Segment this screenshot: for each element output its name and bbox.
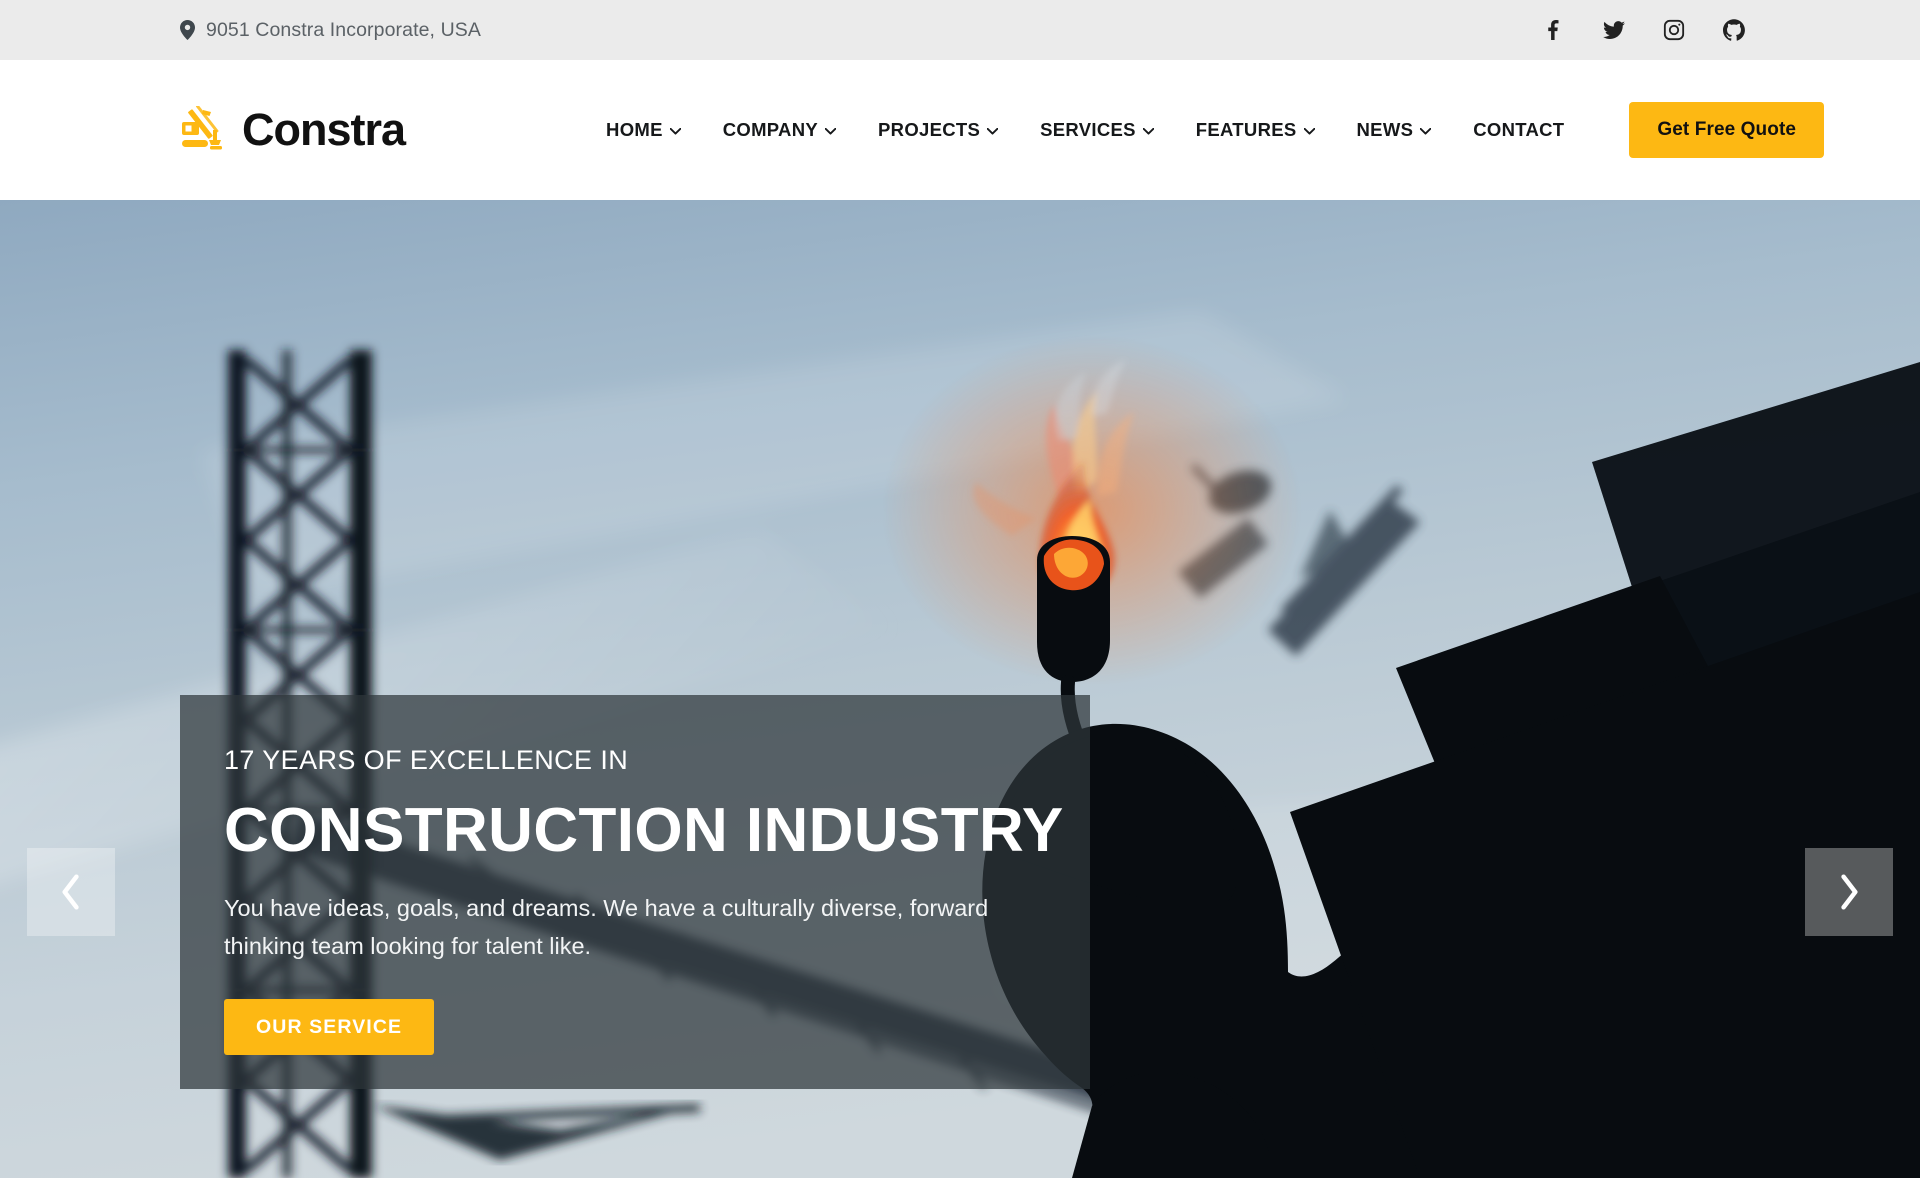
instagram-icon[interactable] bbox=[1663, 19, 1685, 41]
nav-menu: HOME COMPANY PROJECTS SERVICES FEATURES bbox=[585, 119, 1585, 141]
facebook-icon[interactable] bbox=[1543, 19, 1565, 41]
address-text: 9051 Constra Incorporate, USA bbox=[206, 18, 481, 41]
logo-text: Constra bbox=[242, 104, 406, 155]
social-links bbox=[1543, 19, 1745, 41]
twitter-icon[interactable] bbox=[1603, 19, 1625, 41]
nav-item-projects[interactable]: PROJECTS bbox=[857, 119, 1019, 141]
chevron-down-icon bbox=[1303, 127, 1315, 135]
hero-text-panel: 17 YEARS OF EXCELLENCE IN CONSTRUCTION I… bbox=[180, 695, 1090, 1089]
nav-label: FEATURES bbox=[1195, 119, 1297, 140]
hero-carousel: 17 YEARS OF EXCELLENCE IN CONSTRUCTION I… bbox=[0, 200, 1920, 1178]
main-navbar: Constra HOME COMPANY PROJECTS SERVICES F… bbox=[0, 60, 1920, 200]
nav-item-company[interactable]: COMPANY bbox=[702, 119, 857, 141]
map-pin-icon bbox=[180, 20, 195, 40]
nav-item-contact[interactable]: CONTACT bbox=[1452, 119, 1585, 141]
nav-item-home[interactable]: HOME bbox=[585, 119, 702, 141]
nav-label: HOME bbox=[606, 119, 663, 140]
chevron-down-icon bbox=[669, 127, 681, 135]
hero-description: You have ideas, goals, and dreams. We ha… bbox=[224, 895, 989, 960]
carousel-prev-button[interactable] bbox=[27, 848, 115, 936]
site-logo[interactable]: Constra bbox=[180, 104, 406, 156]
nav-label: SERVICES bbox=[1040, 119, 1136, 140]
nav-label: COMPANY bbox=[722, 119, 819, 140]
get-free-quote-button[interactable]: Get Free Quote bbox=[1629, 102, 1825, 158]
nav-item-news[interactable]: NEWS bbox=[1336, 119, 1453, 141]
nav-label: CONTACT bbox=[1473, 119, 1565, 140]
top-bar: 9051 Constra Incorporate, USA bbox=[0, 0, 1920, 60]
chevron-down-icon bbox=[825, 127, 837, 135]
hero-subtitle: 17 YEARS OF EXCELLENCE IN bbox=[224, 745, 629, 775]
crawler-crane-icon bbox=[180, 104, 234, 154]
chevron-left-icon bbox=[60, 874, 82, 910]
carousel-next-button[interactable] bbox=[1805, 848, 1893, 936]
nav-item-features[interactable]: FEATURES bbox=[1175, 119, 1336, 141]
nav-label: NEWS bbox=[1356, 119, 1414, 140]
hero-title: CONSTRUCTION INDUSTRY bbox=[224, 796, 1064, 865]
chevron-down-icon bbox=[1420, 127, 1432, 135]
nav-label: PROJECTS bbox=[878, 119, 981, 140]
address-block: 9051 Constra Incorporate, USA bbox=[180, 19, 481, 42]
chevron-down-icon bbox=[987, 127, 999, 135]
github-icon[interactable] bbox=[1723, 19, 1745, 41]
chevron-down-icon bbox=[1142, 127, 1154, 135]
our-service-button[interactable]: OUR SERVICE bbox=[224, 999, 435, 1056]
chevron-right-icon bbox=[1838, 874, 1860, 910]
nav-item-services[interactable]: SERVICES bbox=[1019, 119, 1175, 141]
